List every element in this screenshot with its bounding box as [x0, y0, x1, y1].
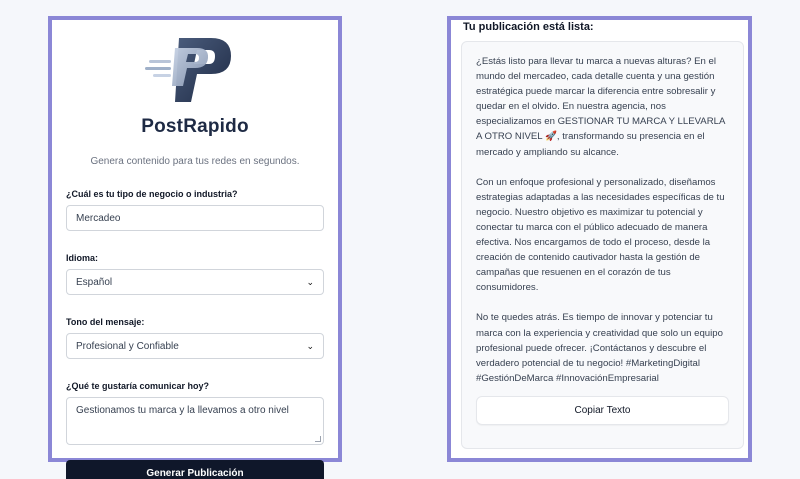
- post-form-panel: PostRapido Genera contenido para tus red…: [48, 16, 342, 479]
- language-label: Idioma:: [66, 253, 99, 263]
- postrapido-logo-icon: [145, 38, 231, 102]
- tone-select[interactable]: Profesional y Confiable ⌄: [66, 333, 324, 359]
- message-label: ¿Qué te gustaría comunicar hoy?: [66, 381, 210, 391]
- chevron-down-icon: ⌄: [306, 340, 314, 351]
- result-title: Tu publicación está lista:: [463, 21, 594, 33]
- tone-label: Tono del mensaje:: [66, 317, 145, 327]
- resize-handle[interactable]: [315, 436, 321, 442]
- brand-name: PostRapido: [141, 116, 249, 137]
- tagline: Genera contenido para tus redes en segun…: [90, 156, 300, 167]
- language-select[interactable]: Español ⌄: [66, 269, 324, 295]
- generate-post-button[interactable]: Generar Publicación: [66, 460, 324, 479]
- language-select-value: Español: [76, 276, 113, 288]
- result-card: ¿Estás listo para llevar tu marca a nuev…: [461, 41, 744, 449]
- chevron-down-icon: ⌄: [306, 276, 314, 287]
- post-paragraph: No te quedes atrás. Es tiempo de innovar…: [476, 312, 723, 384]
- business-input[interactable]: Mercadeo: [66, 205, 324, 231]
- brand-header: PostRapido: [66, 34, 324, 138]
- copy-text-button[interactable]: Copiar Texto: [476, 395, 729, 425]
- post-paragraph: Con un enfoque profesional y personaliza…: [476, 176, 725, 294]
- business-label: ¿Cuál es tu tipo de negocio o industria?: [66, 189, 238, 199]
- message-textarea[interactable]: Gestionamos tu marca y la llevamos a otr…: [66, 397, 324, 445]
- message-textarea-value: Gestionamos tu marca y la llevamos a otr…: [76, 405, 289, 416]
- result-panel: Tu publicación está lista: ¿Estás listo …: [447, 16, 752, 462]
- post-paragraph: ¿Estás listo para llevar tu marca a nuev…: [476, 56, 725, 158]
- business-input-value: Mercadeo: [76, 212, 121, 224]
- tone-select-value: Profesional y Confiable: [76, 340, 179, 352]
- generated-post-text: ¿Estás listo para llevar tu marca a nuev…: [476, 54, 729, 386]
